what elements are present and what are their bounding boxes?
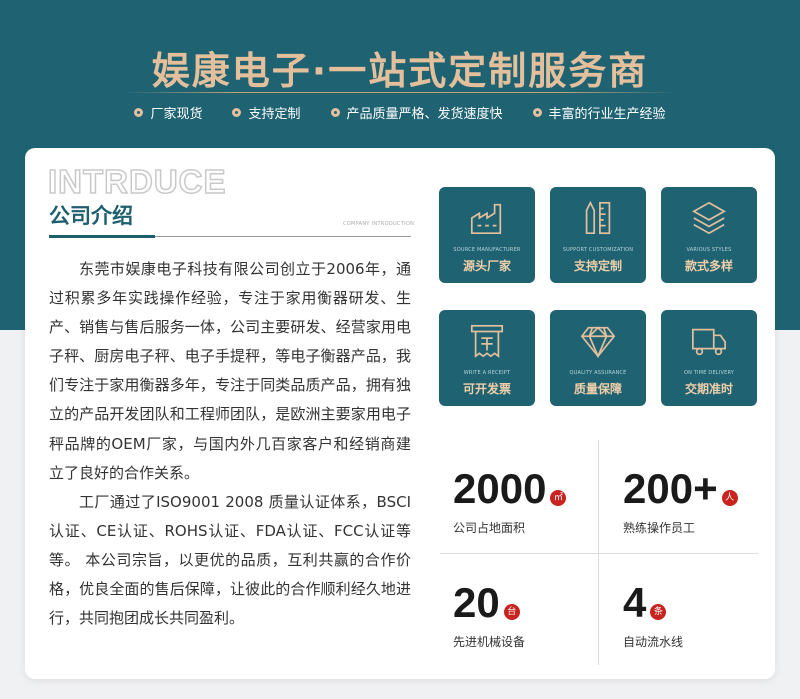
unit-badge: 人 xyxy=(721,490,738,506)
feature-tile-source: SOURCE MANUFACTURER 源头厂家 xyxy=(439,187,535,283)
feature-tile-quality: QUALITY ASSURANCE 质量保障 xyxy=(550,310,646,406)
truck-icon xyxy=(691,328,727,356)
bullet-icon xyxy=(134,108,144,117)
stat-staff: 200+ 人 熟练操作员工 xyxy=(623,466,738,536)
feature-tags: 厂家现货 支持定制 产品质量严格、发货速度快 丰富的行业生产经验 xyxy=(0,103,800,122)
stat-lines: 4条 自动流水线 xyxy=(623,579,684,650)
intro-divider-accent xyxy=(49,235,155,238)
stat-machines: 20 台 先进机械设备 xyxy=(453,579,526,650)
receipt-icon xyxy=(470,324,504,358)
intro-paragraph: 工厂通过了ISO9001 2008 质量认证体系，BSCI认证、CE认证、ROH… xyxy=(49,492,411,628)
factory-icon xyxy=(470,203,502,235)
unit-badge: 台 xyxy=(503,604,520,620)
title-divider xyxy=(124,92,676,93)
bullet-icon xyxy=(232,108,242,117)
feature-tile-receipt: WRITE A RECEIPT 可开发票 xyxy=(439,310,535,406)
intro-heading-small: COMPANY INTRODUCTION xyxy=(343,221,415,227)
intro-heading-en: INTRDUCE xyxy=(47,162,227,201)
unit-badge: ㎡ xyxy=(550,490,567,506)
unit-badge: 条 xyxy=(650,604,667,620)
page-title: 娱康电子·一站式定制服务商 xyxy=(151,49,649,93)
tag-item: 丰富的行业生产经验 xyxy=(532,103,666,122)
feature-tile-styles: VARIOUS STYLES 款式多样 xyxy=(661,187,757,283)
stat-area: 2000 ㎡ 公司占地面积 xyxy=(453,466,567,536)
tag-item: 厂家现货 xyxy=(134,103,202,122)
bullet-icon xyxy=(532,108,542,117)
feature-tile-custom: SUPPORT CUSTOMIZATION 支持定制 xyxy=(550,187,646,283)
bullet-icon xyxy=(330,108,340,117)
ruler-pencil-icon xyxy=(585,200,611,235)
tag-item: 支持定制 xyxy=(232,103,301,122)
intro-body: 东莞市娱康电子科技有限公司创立于2006年，通过积累多年实践操作经验，专注于家用… xyxy=(49,255,411,633)
layers-icon xyxy=(692,201,726,235)
tag-item: 产品质量严格、发货速度快 xyxy=(330,103,503,122)
intro-paragraph: 东莞市娱康电子科技有限公司创立于2006年，通过积累多年实践操作经验，专注于家用… xyxy=(49,260,411,482)
diamond-icon xyxy=(580,326,616,359)
stats-divider-horizontal xyxy=(440,553,758,554)
feature-tile-delivery: ON TIME DELIVERY 交期准时 xyxy=(661,310,757,406)
intro-heading-cn: 公司介绍 xyxy=(49,204,133,228)
